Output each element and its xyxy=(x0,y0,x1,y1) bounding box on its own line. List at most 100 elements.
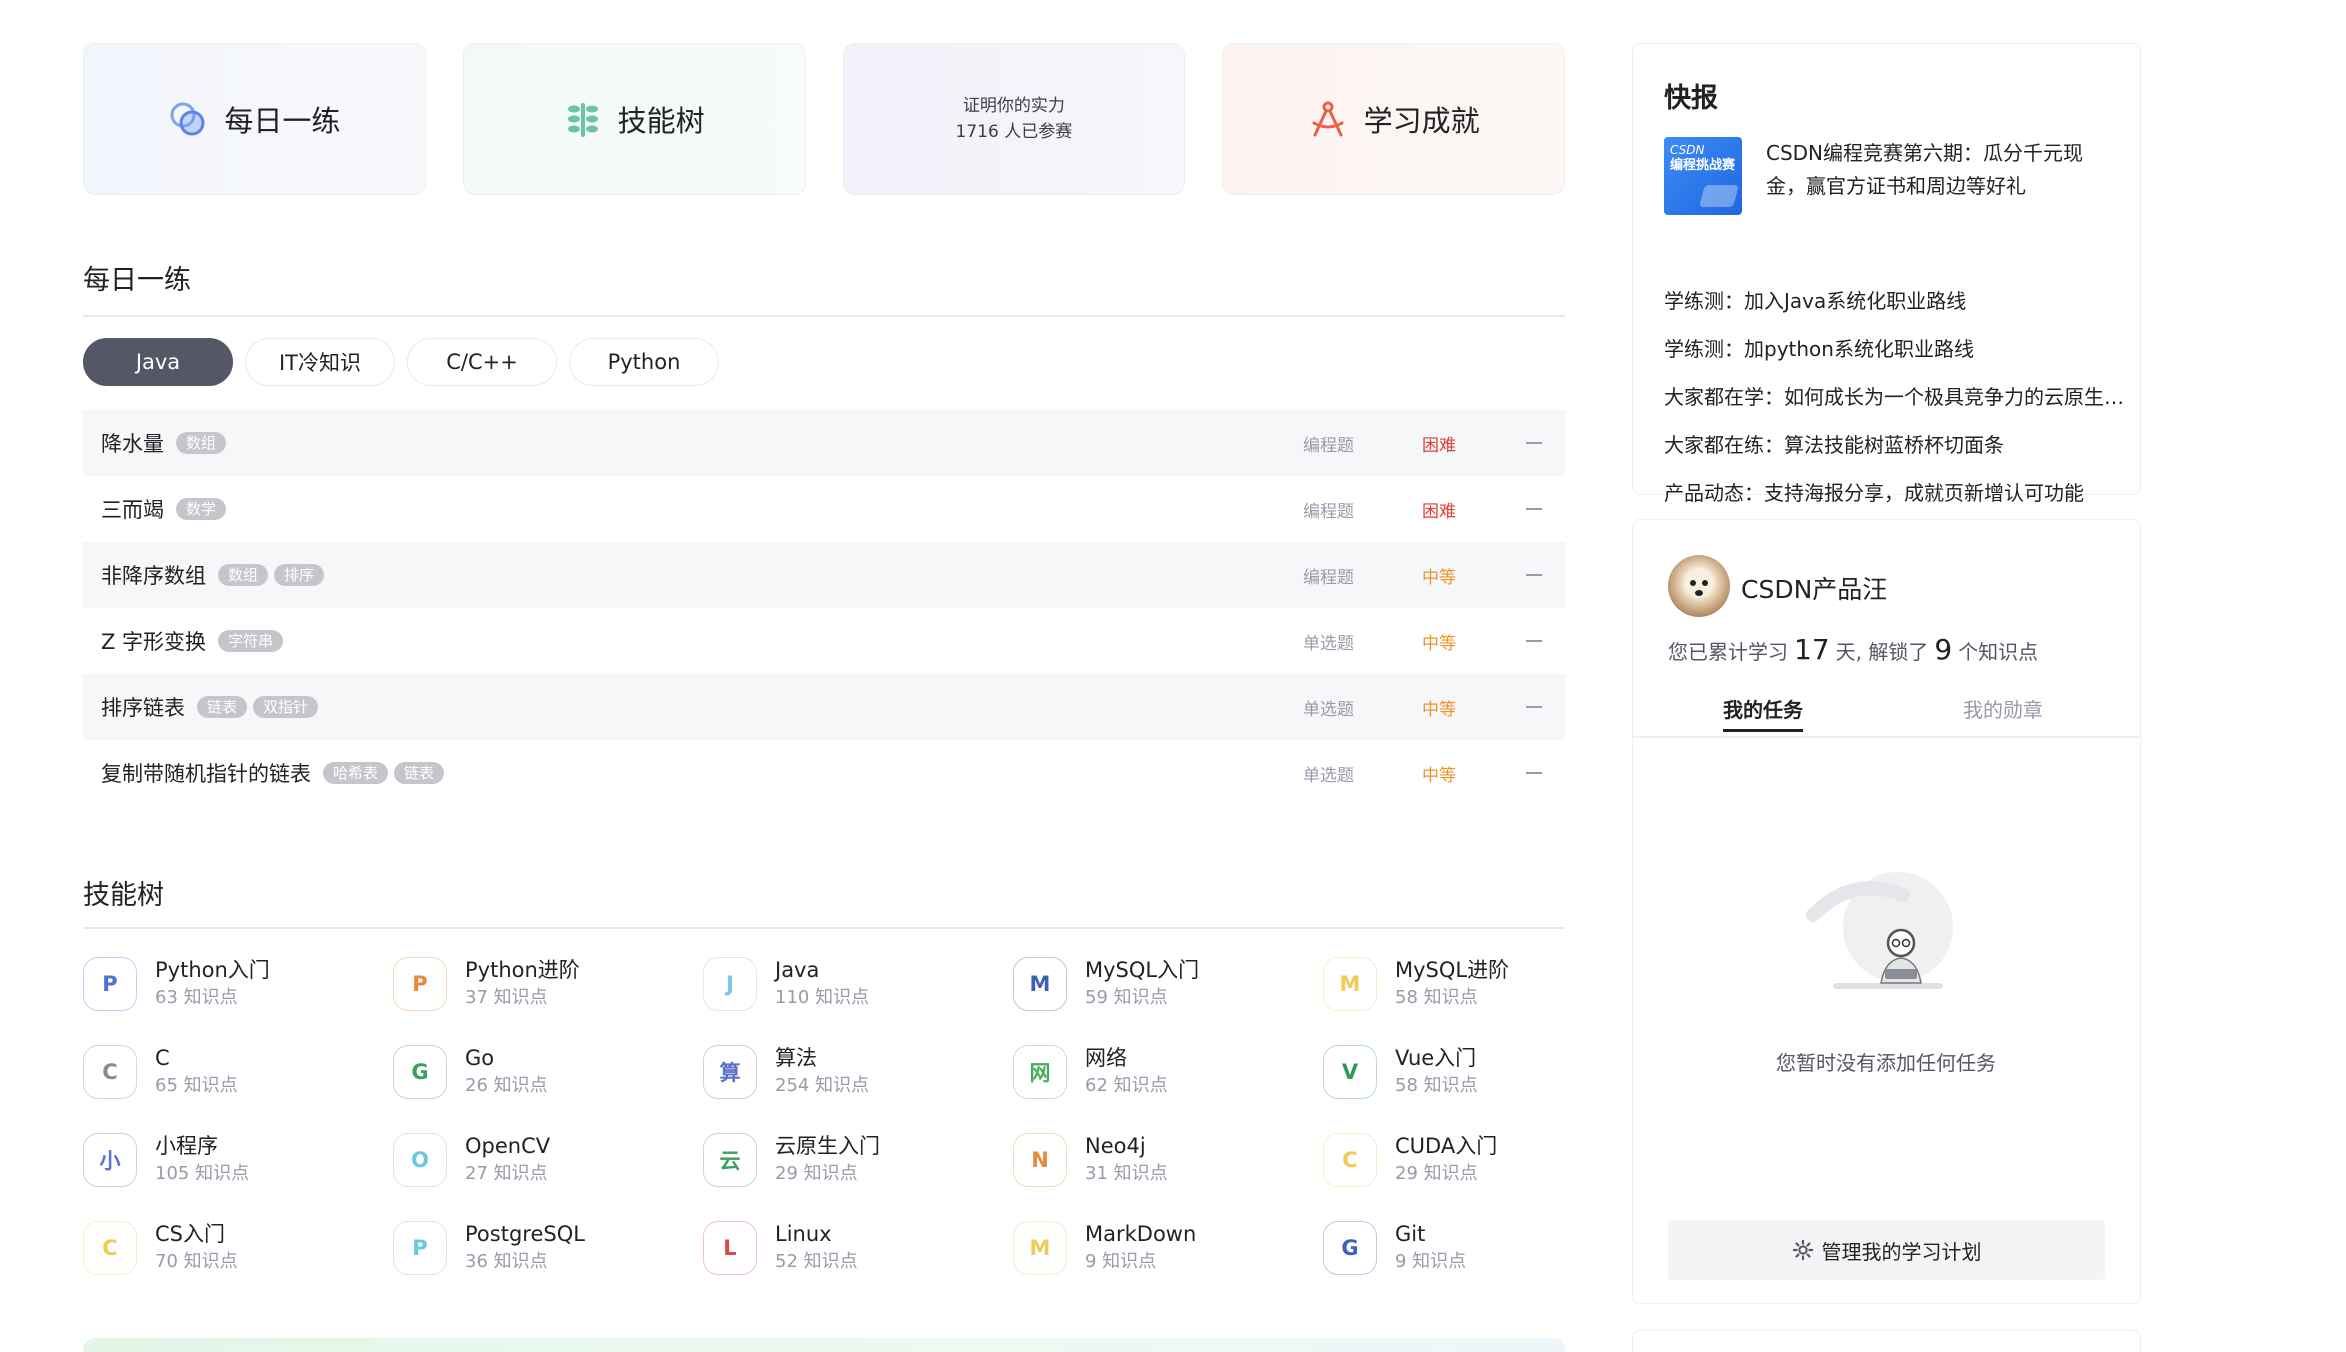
skill-item[interactable]: C CS入门 70 知识点 xyxy=(83,1219,393,1277)
problem-type: 单选题 xyxy=(1303,699,1354,720)
skill-letter-icon: 网 xyxy=(1013,1045,1067,1099)
promo-banner[interactable] xyxy=(83,1338,1565,1352)
skill-tree-label: 技能树 xyxy=(617,104,705,138)
stats-prefix: 您已累计学习 xyxy=(1668,640,1788,664)
skill-name: CS入门 xyxy=(155,1222,225,1246)
skill-item[interactable]: 网网络 62 知识点 xyxy=(1013,1043,1323,1101)
skill-letter-icon: O xyxy=(393,1133,447,1187)
learning-stats: 您已累计学习 17 天, 解锁了 9 个知识点 xyxy=(1668,633,2038,666)
problem-row[interactable]: Z 字形变换 字符串 单选题 中等 xyxy=(83,608,1565,674)
skill-count: 62 知识点 xyxy=(1085,1075,1168,1096)
news-item[interactable]: 学练测：加python系统化职业路线 xyxy=(1664,325,2124,373)
skill-count: 105 知识点 xyxy=(155,1163,250,1184)
skill-grid: P Python入门 63 知识点 P Python进阶 37 知识点 J Java 110 知… xyxy=(83,955,1565,1277)
skill-name: Python入门 xyxy=(155,958,270,982)
news-title: 快报 xyxy=(1664,83,1718,114)
avatar[interactable] xyxy=(1668,555,1730,617)
news-item[interactable]: 大家都在练：算法技能树蓝桥杯切面条 xyxy=(1664,421,2124,469)
problem-tag: 数组 xyxy=(218,564,269,586)
compass-icon xyxy=(1312,101,1344,137)
skill-item[interactable]: M MySQL入门 59 知识点 xyxy=(1013,955,1323,1013)
skill-name: CUDA入门 xyxy=(1395,1134,1498,1158)
skill-count: 27 知识点 xyxy=(465,1163,548,1184)
skill-count: 36 知识点 xyxy=(465,1251,548,1272)
skill-letter-icon: 算 xyxy=(703,1045,757,1099)
news-item[interactable]: 大家都在学：如何成长为一个极具竞争力的云原生工程师 xyxy=(1664,373,2124,421)
news-item[interactable]: 产品动态：支持海报分享，成就页新增认可功能 xyxy=(1664,469,2124,517)
unlocked-points: 9 xyxy=(1934,633,1953,666)
problem-title: Z 字形变换 xyxy=(101,630,207,654)
skill-name: C xyxy=(155,1046,170,1070)
tab-my-badges[interactable]: 我的勋章 xyxy=(1963,694,2043,723)
tab-my-tasks[interactable]: 我的任务 xyxy=(1723,694,1803,732)
problem-row[interactable]: 非降序数组 数组 排序 编程题 中等 xyxy=(83,542,1565,608)
skill-letter-icon: L xyxy=(703,1221,757,1275)
problem-type: 编程题 xyxy=(1303,435,1354,456)
empty-tasks-text: 您暂时没有添加任何任务 xyxy=(1776,1051,1996,1075)
contest-card[interactable]: 证明你的实力 1716 人已参赛 xyxy=(842,43,1186,195)
profile-tabs: 我的任务 我的勋章 xyxy=(1633,694,2139,738)
news-feature[interactable]: CSDN 编程挑战赛 CSDN编程竞赛第六期：瓜分千元现金，赢官方证书和周边等好… xyxy=(1664,137,2116,215)
skill-item[interactable]: P Python入门 63 知识点 xyxy=(83,955,393,1013)
problem-difficulty: 中等 xyxy=(1422,699,1456,720)
skill-item[interactable]: M MySQL进阶 58 知识点 xyxy=(1323,955,1633,1013)
tab-c-cpp[interactable]: C/C++ xyxy=(407,338,557,386)
skill-letter-icon: P xyxy=(83,957,137,1011)
skill-tree-card[interactable]: 技能树 xyxy=(462,43,806,195)
skill-item[interactable]: 小小程序 105 知识点 xyxy=(83,1131,393,1189)
contest-participants: 1716 人已参赛 xyxy=(955,122,1073,142)
skill-item[interactable]: M MarkDown 9 知识点 xyxy=(1013,1219,1323,1277)
problem-row[interactable]: 复制带随机指针的链表 哈希表 链表 单选题 中等 xyxy=(83,740,1565,806)
problem-list: 降水量 数组 编程题 困难 三而竭 数学 编程题 困难 非降序数组 数组 排序 … xyxy=(83,410,1565,806)
skill-count: 65 知识点 xyxy=(155,1075,238,1096)
skill-letter-icon: 小 xyxy=(83,1133,137,1187)
avatar-eye xyxy=(1702,580,1708,586)
problem-difficulty: 困难 xyxy=(1422,435,1456,456)
problem-row[interactable]: 排序链表 链表 双指针 单选题 中等 xyxy=(83,674,1565,740)
skill-count: 29 知识点 xyxy=(775,1163,858,1184)
problem-row[interactable]: 三而竭 数学 编程题 困难 xyxy=(83,476,1565,542)
empty-tasks-illustration xyxy=(1806,872,1953,989)
skill-name: MySQL入门 xyxy=(1085,958,1200,982)
skill-count: 70 知识点 xyxy=(155,1251,238,1272)
news-item[interactable]: 学练测：加入Java系统化职业路线 xyxy=(1664,277,2124,325)
problem-tag: 数组 xyxy=(176,432,227,454)
problem-type: 单选题 xyxy=(1303,765,1354,786)
skill-letter-icon: P xyxy=(393,957,447,1011)
skill-item[interactable]: 云云原生入门 29 知识点 xyxy=(703,1131,1013,1189)
skill-name: 小程序 xyxy=(155,1134,218,1158)
tab-it-trivia[interactable]: IT冷知识 xyxy=(245,338,395,386)
skill-name: 云原生入门 xyxy=(775,1134,880,1158)
skill-count: 58 知识点 xyxy=(1395,1075,1478,1096)
skill-item[interactable]: V Vue入门 58 知识点 xyxy=(1323,1043,1633,1101)
manage-plan-button[interactable]: 管理我的学习计划 xyxy=(1668,1220,2105,1280)
skill-item[interactable]: C C 65 知识点 xyxy=(83,1043,393,1101)
news-feature-text: CSDN编程竞赛第六期：瓜分千元现金，赢官方证书和周边等好礼 xyxy=(1766,141,2084,198)
problem-row[interactable]: 降水量 数组 编程题 困难 xyxy=(83,410,1565,476)
skill-item[interactable]: P PostgreSQL 36 知识点 xyxy=(393,1219,703,1277)
skill-item[interactable]: C CUDA入门 29 知识点 xyxy=(1323,1131,1633,1189)
skill-count: 26 知识点 xyxy=(465,1075,548,1096)
skill-item[interactable]: P Python进阶 37 知识点 xyxy=(393,955,703,1013)
skill-name: MarkDown xyxy=(1085,1222,1197,1246)
skill-letter-icon: C xyxy=(83,1221,137,1275)
tab-java[interactable]: Java xyxy=(83,338,233,386)
skill-item[interactable]: O OpenCV 27 知识点 xyxy=(393,1131,703,1189)
skill-item[interactable]: 算算法 254 知识点 xyxy=(703,1043,1013,1101)
tab-python[interactable]: Python xyxy=(569,338,719,386)
skill-item[interactable]: L Linux 52 知识点 xyxy=(703,1219,1013,1277)
skill-item[interactable]: N Neo4j 31 知识点 xyxy=(1013,1131,1323,1189)
skill-name: Git xyxy=(1395,1222,1426,1246)
skill-letter-icon: V xyxy=(1323,1045,1377,1099)
language-tabs: Java IT冷知识 C/C++ Python xyxy=(83,338,719,386)
user-name[interactable]: CSDN产品汪 xyxy=(1741,570,1887,606)
daily-practice-card[interactable]: 每日一练 xyxy=(83,43,426,195)
skill-item[interactable]: J Java 110 知识点 xyxy=(703,955,1013,1013)
achievement-label: 学习成就 xyxy=(1363,104,1480,138)
skill-item[interactable]: G Go 26 知识点 xyxy=(393,1043,703,1101)
problem-tag: 数学 xyxy=(176,498,227,520)
problem-difficulty: 困难 xyxy=(1422,501,1456,522)
achievement-card[interactable]: 学习成就 xyxy=(1222,43,1565,195)
skill-letter-icon: 云 xyxy=(703,1133,757,1187)
skill-item[interactable]: G Git 9 知识点 xyxy=(1323,1219,1633,1277)
